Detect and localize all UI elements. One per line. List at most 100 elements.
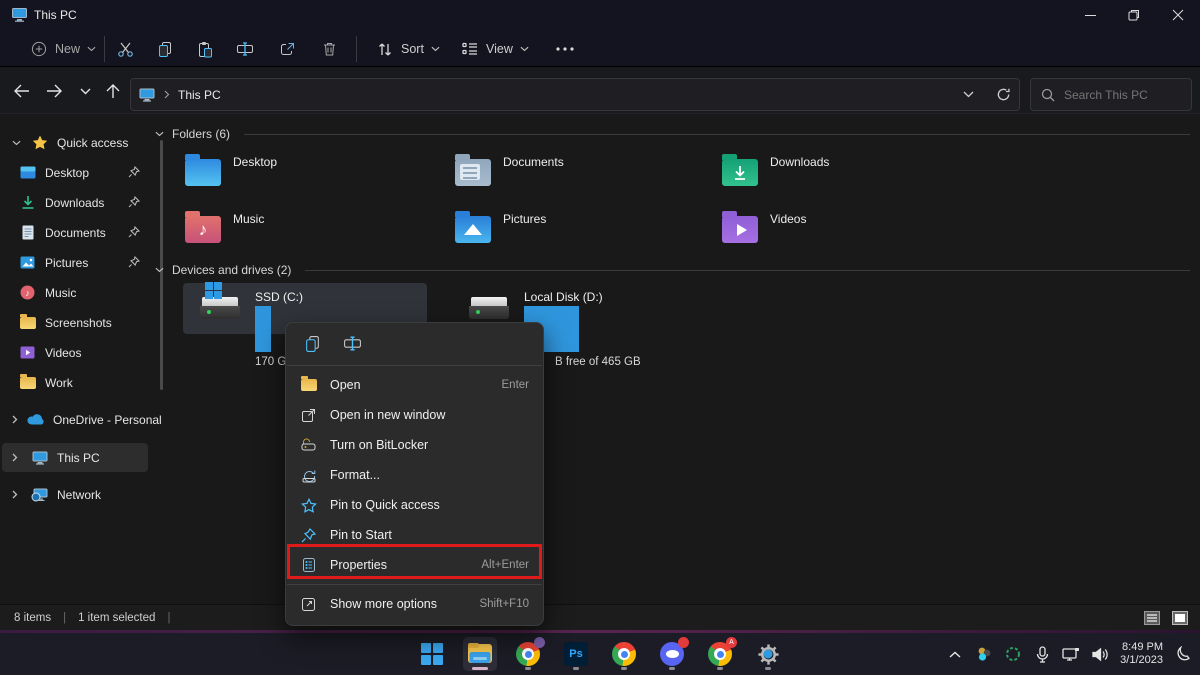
breadcrumb[interactable]: This PC [178, 88, 221, 102]
rename-button[interactable] [230, 34, 260, 64]
menu-item-format[interactable]: Format... [290, 460, 539, 490]
sidebar-item-quick-access[interactable]: Quick access [2, 128, 148, 157]
menu-item-properties[interactable]: Properties Alt+Enter [290, 550, 539, 580]
taskbar-chrome-3[interactable]: A [703, 637, 737, 671]
volume-icon[interactable] [1091, 645, 1109, 663]
toolbar-divider [104, 36, 105, 62]
chevron-down-icon[interactable] [155, 267, 164, 273]
details-view-button[interactable] [1142, 609, 1162, 627]
menu-item-bitlocker[interactable]: Turn on BitLocker [290, 430, 539, 460]
close-button[interactable] [1156, 0, 1200, 30]
large-icons-view-button[interactable] [1170, 609, 1190, 627]
sidebar-item-label: Work [45, 376, 73, 390]
share-button[interactable] [272, 34, 302, 64]
menu-item-label: Show more options [330, 597, 437, 611]
sidebar-item-screenshots[interactable]: Screenshots [2, 308, 148, 337]
refresh-icon[interactable] [996, 87, 1011, 102]
explorer-window: This PC New Sort View This PC [0, 0, 1200, 630]
taskbar: Ps A 8:49 PM 3/1/2023 [0, 633, 1200, 675]
chevron-down-icon[interactable] [155, 131, 164, 137]
search-input[interactable] [1064, 88, 1174, 102]
folders-section-header[interactable]: Folders (6) [155, 127, 1190, 141]
address-bar[interactable]: This PC [130, 78, 1020, 111]
sort-button[interactable]: Sort [370, 34, 446, 64]
chevron-down-icon[interactable] [12, 140, 22, 146]
address-dropdown-icon[interactable] [963, 91, 974, 98]
taskbar-discord[interactable] [655, 637, 689, 671]
chevron-down-icon [431, 46, 440, 52]
sidebar-item-desktop[interactable]: Desktop [2, 158, 148, 187]
cut-button[interactable] [110, 34, 140, 64]
menu-item-open[interactable]: Open Enter [290, 370, 539, 400]
tray-app-icon-1[interactable] [975, 645, 993, 663]
recent-locations-button[interactable] [71, 77, 99, 105]
restore-button[interactable] [1112, 0, 1156, 30]
paste-button[interactable] [190, 34, 220, 64]
sidebar-item-videos[interactable]: Videos [2, 338, 148, 367]
display-device-icon[interactable] [1062, 645, 1080, 663]
this-pc-icon [31, 450, 48, 466]
folder-tile-desktop[interactable]: Desktop [185, 150, 435, 196]
folder-tile-pictures[interactable]: Pictures [455, 207, 705, 253]
delete-button[interactable] [314, 34, 344, 64]
folder-icon [300, 377, 317, 394]
minimize-button[interactable] [1068, 0, 1112, 30]
search-box[interactable] [1030, 78, 1192, 111]
sidebar-item-onedrive[interactable]: OneDrive - Personal [2, 405, 148, 434]
open-new-window-icon [300, 407, 317, 424]
up-button[interactable] [99, 77, 127, 105]
start-button[interactable] [415, 637, 449, 671]
menu-item-pin-quick-access[interactable]: Pin to Quick access [290, 490, 539, 520]
taskbar-chrome-profile-1[interactable] [511, 637, 545, 671]
menu-item-open-new-window[interactable]: Open in new window [290, 400, 539, 430]
view-button[interactable]: View [455, 34, 535, 64]
sidebar-item-label: Network [57, 488, 101, 502]
tray-app-icon-2[interactable] [1004, 645, 1022, 663]
see-more-button[interactable] [550, 34, 580, 64]
menu-item-show-more-options[interactable]: Show more options Shift+F10 [290, 589, 539, 619]
section-divider [305, 270, 1190, 271]
sidebar-item-documents[interactable]: Documents [2, 218, 148, 247]
scissors-icon [116, 40, 134, 58]
pin-icon [300, 527, 317, 544]
menu-shortcut: Alt+Enter [481, 559, 529, 571]
drives-section-header[interactable]: Devices and drives (2) [155, 263, 1190, 277]
menu-shortcut: Enter [502, 379, 530, 391]
context-menu: Open Enter Open in new window Turn on Bi… [285, 322, 544, 626]
sidebar-item-label: Documents [45, 226, 106, 240]
taskbar-clock[interactable]: 8:49 PM 3/1/2023 [1120, 641, 1163, 667]
folder-tile-videos[interactable]: Videos [722, 207, 972, 253]
sidebar-item-work[interactable]: Work [2, 368, 148, 397]
folder-label: Pictures [503, 212, 546, 253]
chevron-right-icon[interactable] [12, 415, 18, 424]
status-separator: | [167, 612, 170, 624]
taskbar-photoshop[interactable]: Ps [559, 637, 593, 671]
folder-tile-documents[interactable]: Documents [455, 150, 705, 196]
menu-item-pin-start[interactable]: Pin to Start [290, 520, 539, 550]
microphone-icon[interactable] [1033, 645, 1051, 663]
back-button[interactable] [8, 77, 36, 105]
folder-tile-downloads[interactable]: Downloads [722, 150, 972, 196]
chevron-right-icon[interactable] [12, 490, 22, 499]
sidebar-item-this-pc[interactable]: This PC [2, 443, 148, 472]
chevron-right-icon[interactable] [12, 453, 22, 462]
sidebar-item-pictures[interactable]: Pictures [2, 248, 148, 277]
sidebar-item-downloads[interactable]: Downloads [2, 188, 148, 217]
chevron-down-icon [520, 46, 529, 52]
folder-icon [19, 315, 36, 331]
new-button[interactable]: New [24, 34, 102, 64]
plus-circle-icon [30, 40, 48, 58]
new-label: New [55, 42, 80, 56]
sidebar-item-network[interactable]: Network [2, 480, 148, 509]
forward-button[interactable] [40, 77, 68, 105]
taskbar-chrome-2[interactable] [607, 637, 641, 671]
copy-icon[interactable] [304, 335, 321, 353]
sidebar-item-music[interactable]: ♪ Music [2, 278, 148, 307]
copy-button[interactable] [150, 34, 180, 64]
taskbar-settings[interactable] [751, 637, 785, 671]
tray-overflow-chevron-icon[interactable] [946, 645, 964, 663]
taskbar-file-explorer[interactable] [463, 637, 497, 671]
folder-tile-music[interactable]: ♪ Music [185, 207, 435, 253]
rename-icon[interactable] [343, 335, 362, 353]
do-not-disturb-moon-icon[interactable] [1174, 645, 1192, 663]
